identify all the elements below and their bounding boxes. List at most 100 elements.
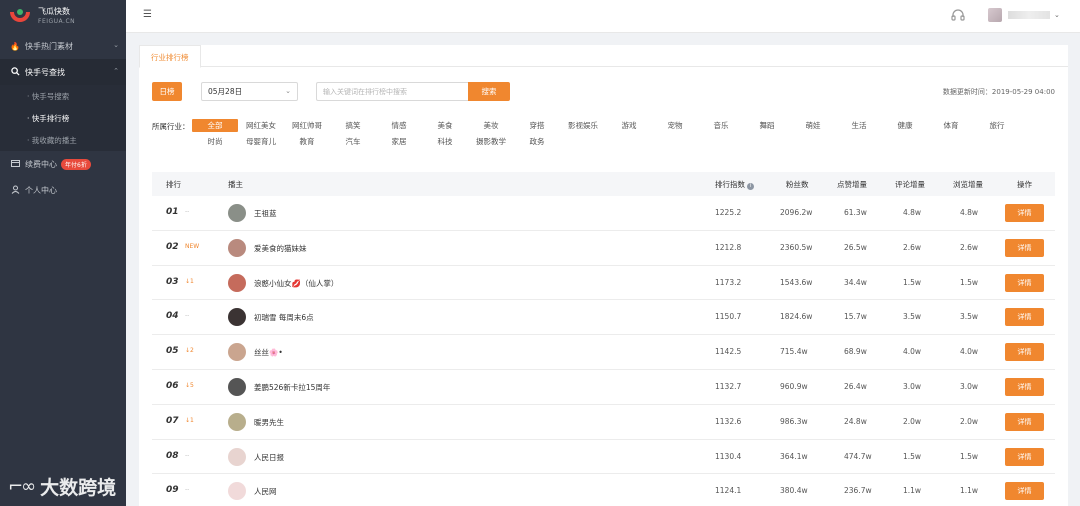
industry-tag[interactable]: 美食 — [422, 119, 468, 132]
industry-tag[interactable]: 游戏 — [606, 119, 652, 132]
detail-button[interactable]: 详情 — [1005, 377, 1044, 396]
date-select[interactable]: 05月28日 ⌄ — [201, 82, 298, 101]
fans-count: 986.3w — [780, 416, 808, 426]
industry-tag[interactable]: 全部 — [192, 119, 238, 132]
comments-growth: 4.0w — [903, 347, 922, 357]
search-button[interactable]: 搜索 — [468, 82, 510, 101]
industry-tag[interactable]: 影视娱乐 — [560, 119, 606, 132]
logo[interactable]: 飞瓜快数 FEIGUA.CN — [0, 0, 126, 33]
table-header: 排行 播主 排行指数 i 粉丝数 点赞增量 评论增量 浏览增量 操作 — [152, 172, 1055, 196]
detail-button[interactable]: 详情 — [1005, 273, 1044, 292]
industry-tag[interactable]: 穿搭 — [514, 119, 560, 132]
industry-tag[interactable]: 健康 — [882, 119, 928, 132]
likes-growth: 236.7w — [844, 486, 872, 496]
host-name[interactable]: 爱美食的猫妹妹 — [254, 243, 307, 254]
industry-tag[interactable]: 科技 — [422, 135, 468, 148]
info-icon[interactable]: i — [747, 183, 754, 190]
avatar[interactable] — [228, 238, 246, 257]
industry-tag[interactable]: 网红帅哥 — [284, 119, 330, 132]
headset-icon[interactable] — [950, 7, 967, 24]
search-input[interactable] — [316, 82, 468, 101]
avatar[interactable] — [228, 343, 246, 362]
comments-growth: 3.5w — [903, 312, 922, 322]
table-row: 07 ↓1 暖男先生 1132.6 986.3w 24.8w 2.0w 2.0w 详情 — [152, 405, 1055, 440]
nav-group-user-center[interactable]: 个人中心 — [0, 177, 126, 203]
avatar[interactable] — [228, 273, 246, 292]
rank-index: 1225.2 — [715, 208, 742, 217]
industry-tag[interactable]: 摄影教学 — [468, 135, 514, 148]
table-row: 01 -- 王祖蓝 1225.2 2096.2w 61.3w 4.8w 4.8w 详情 — [152, 196, 1055, 231]
rank-index: 1150.7 — [715, 312, 742, 322]
nav-group-renew[interactable]: 续费中心 年付6折 — [0, 151, 126, 177]
fans-count: 2360.5w — [780, 242, 813, 252]
chevron-down-icon: ⌄ — [113, 41, 119, 49]
col-rank: 排行 — [166, 180, 181, 189]
industry-tag[interactable]: 舞蹈 — [744, 119, 790, 132]
fans-count: 364.1w — [780, 451, 808, 461]
nav-group-kuaishou-material[interactable]: 🔥 快手热门素材 ⌄ — [0, 33, 126, 59]
sidebar-item-account-search[interactable]: · 快手号搜索 — [0, 85, 126, 107]
industry-tag[interactable]: 网红美女 — [238, 119, 284, 132]
host-name[interactable]: 人民日报 — [254, 452, 284, 463]
detail-button[interactable]: 详情 — [1005, 308, 1044, 327]
industry-tag[interactable]: 母婴育儿 — [238, 135, 284, 148]
likes-growth: 26.4w — [844, 381, 867, 391]
host-name[interactable]: 暖男先生 — [254, 417, 284, 428]
nav-group-kuaishou-search[interactable]: 快手号查找 ⌃ — [0, 59, 126, 85]
avatar[interactable] — [228, 204, 246, 222]
rank-index: 1132.7 — [715, 381, 742, 391]
host-name[interactable]: 王祖蓝 — [254, 208, 277, 219]
avatar[interactable] — [228, 377, 246, 396]
sidebar-item-favorites[interactable]: · 我收藏的播主 — [0, 129, 126, 151]
likes-growth: 15.7w — [844, 312, 867, 322]
detail-button[interactable]: 详情 — [1005, 238, 1044, 257]
fans-count: 1824.6w — [780, 312, 813, 322]
avatar[interactable] — [228, 447, 246, 466]
date-value: 05月28日 — [208, 87, 243, 96]
fans-count: 2096.2w — [780, 208, 813, 217]
daily-ranking-button[interactable]: 日榜 — [152, 82, 182, 101]
host-name[interactable]: 丝丝🌸• — [254, 347, 283, 358]
industry-tag[interactable]: 政务 — [514, 135, 560, 148]
col-host: 播主 — [228, 180, 243, 189]
host-name[interactable]: 浪憨小仙女💋（仙人掌） — [254, 278, 338, 289]
industry-tag[interactable]: 美妆 — [468, 119, 514, 132]
app-subtitle: FEIGUA.CN — [38, 17, 76, 25]
views-growth: 2.0w — [960, 416, 979, 426]
detail-button[interactable]: 详情 — [1005, 482, 1044, 501]
host-name[interactable]: 初瑞雪 每周末6点 — [254, 312, 314, 323]
avatar[interactable] — [228, 482, 246, 501]
avatar[interactable] — [228, 412, 246, 431]
sidebar-item-ranking[interactable]: · 快手排行榜 — [0, 107, 126, 129]
tab-industry-ranking[interactable]: 行业排行榜 — [139, 45, 201, 68]
main-card: 行业排行榜 日榜 05月28日 ⌄ 搜索 数据更新时间：2019-05-29 0… — [139, 45, 1068, 506]
user-menu[interactable]: ⌄ — [988, 7, 1060, 23]
industry-tag[interactable]: 宠物 — [652, 119, 698, 132]
industry-tag[interactable]: 音乐 — [698, 119, 744, 132]
fans-count: 1543.6w — [780, 277, 813, 287]
chevron-down-icon: ⌄ — [285, 87, 291, 95]
industry-tag[interactable]: 家居 — [376, 135, 422, 148]
industry-tag[interactable]: 萌娃 — [790, 119, 836, 132]
industry-tag[interactable]: 搞笑 — [330, 119, 376, 132]
host-name[interactable]: 人民网 — [254, 486, 277, 497]
industry-tag[interactable]: 教育 — [284, 135, 330, 148]
industry-tag[interactable]: 时尚 — [192, 135, 238, 148]
industry-tag[interactable]: 生活 — [836, 119, 882, 132]
industry-tag[interactable]: 汽车 — [330, 135, 376, 148]
detail-button[interactable]: 详情 — [1005, 447, 1044, 466]
avatar[interactable] — [228, 308, 246, 327]
app-name: 飞瓜快数 — [38, 6, 70, 16]
industry-tag[interactable]: 体育 — [928, 119, 974, 132]
industry-tag[interactable]: 旅行 — [974, 119, 1020, 132]
menu-toggle-icon[interactable]: ☰ — [143, 9, 152, 20]
detail-button[interactable]: 详情 — [1005, 204, 1044, 222]
rank-index: 1173.2 — [715, 277, 742, 287]
detail-button[interactable]: 详情 — [1005, 343, 1044, 362]
detail-button[interactable]: 详情 — [1005, 412, 1044, 431]
nav-group-label: 续费中心 — [25, 159, 57, 169]
industry-tag[interactable]: 情感 — [376, 119, 422, 132]
search-icon — [10, 66, 20, 78]
discount-badge: 年付6折 — [61, 158, 91, 170]
host-name[interactable]: 姜鹏526新卡拉15周年 — [254, 382, 330, 393]
